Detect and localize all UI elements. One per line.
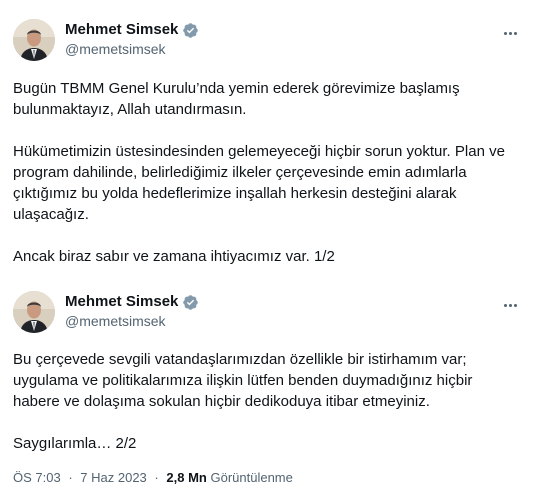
author-name[interactable]: Mehmet Simsek — [65, 292, 178, 312]
meta-separator: · — [154, 470, 159, 485]
views-label: Görüntülenme — [210, 470, 293, 485]
more-options-icon[interactable] — [500, 295, 520, 315]
tweet-paragraph: Bugün TBMM Genel Kurulu’nda yemin ederek… — [13, 80, 460, 118]
author-info: Mehmet Simsek @memetsimsek — [65, 292, 199, 331]
tweet-2: Mehmet Simsek @memetsimsek Bu çerçevede … — [0, 283, 534, 495]
more-options-icon[interactable] — [500, 23, 520, 43]
avatar[interactable] — [13, 19, 55, 61]
tweet-text: Bugün TBMM Genel Kurulu’nda yemin ederek… — [13, 78, 520, 267]
tweet-paragraph: Bu çerçevede sevgili vatandaşlarımızdan … — [13, 351, 473, 410]
author-info: Mehmet Simsek @memetsimsek — [65, 20, 199, 59]
tweet-date[interactable]: 7 Haz 2023 — [80, 470, 147, 485]
meta-separator: · — [68, 470, 73, 485]
views-count[interactable]: 2,8 Mn — [166, 470, 206, 485]
tweet-paragraph: Ancak biraz sabır ve zamana ihtiyacımız … — [13, 248, 335, 265]
profile-photo-icon — [13, 291, 55, 333]
profile-photo-icon — [13, 19, 55, 61]
author-name[interactable]: Mehmet Simsek — [65, 20, 178, 40]
tweet-meta: ÖS 7:03 · 7 Haz 2023 · 2,8 Mn Görüntülen… — [13, 469, 293, 487]
author-handle[interactable]: @memetsimsek — [65, 40, 199, 59]
tweet-text: Bu çerçevede sevgili vatandaşlarımızdan … — [13, 349, 520, 454]
tweet-time[interactable]: ÖS 7:03 — [13, 470, 61, 485]
avatar[interactable] — [13, 291, 55, 333]
verified-badge-icon[interactable] — [182, 22, 199, 39]
tweet-1: Mehmet Simsek @memetsimsek Bugün TBMM Ge… — [0, 0, 534, 283]
author-handle[interactable]: @memetsimsek — [65, 312, 199, 331]
verified-badge-icon[interactable] — [182, 294, 199, 311]
tweet-paragraph: Saygılarımla… 2/2 — [13, 435, 137, 452]
tweet-paragraph: Hükümetimizin üstesindesinden gelemeyece… — [13, 143, 505, 223]
